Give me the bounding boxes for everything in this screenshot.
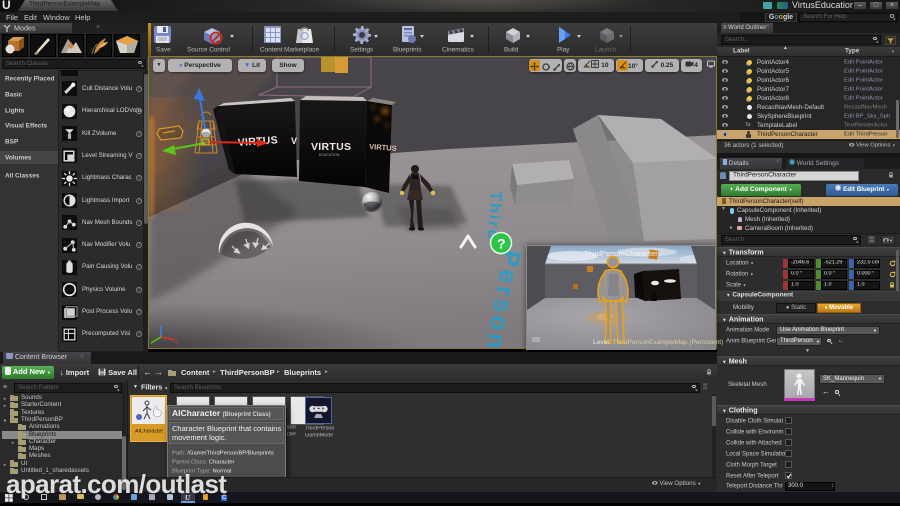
svg-text:VIRTUS: VIRTUS [369, 142, 397, 153]
svg-text:?: ? [497, 236, 506, 252]
svg-text:VIRTUS: VIRTUS [311, 141, 351, 153]
svg-text:V: V [291, 136, 297, 146]
svg-text:ThirdPersonCharacter: ThirdPersonCharacter [584, 249, 658, 258]
svg-text:EDUCATION: EDUCATION [319, 153, 340, 157]
